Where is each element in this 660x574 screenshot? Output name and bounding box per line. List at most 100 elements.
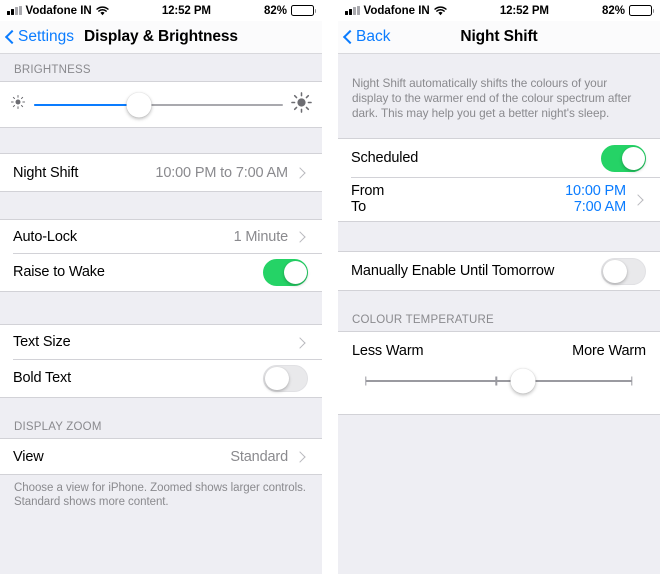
row-text-size-label: Text Size — [13, 334, 71, 350]
row-bold-text[interactable]: Bold Text — [0, 359, 322, 397]
row-raise-to-wake-label: Raise to Wake — [13, 264, 105, 280]
status-bar-left: Vodafone IN 12:52 PM 82% — [0, 0, 322, 21]
chevron-right-icon — [295, 166, 308, 179]
chevron-left-icon — [344, 30, 353, 45]
brightness-section-header: BRIGHTNESS — [14, 64, 91, 76]
row-scheduled-label: Scheduled — [351, 150, 419, 166]
toggle-knob — [621, 146, 645, 171]
cellular-signal-icon — [345, 6, 360, 15]
schedule-labels: From To — [351, 183, 384, 215]
row-auto-lock-label: Auto-Lock — [13, 228, 77, 245]
chevron-right-icon — [295, 450, 308, 463]
more-warm-label: More Warm — [572, 343, 646, 359]
spacer-after-schedule — [338, 222, 660, 251]
right-phone-screen: Vodafone IN 12:52 PM 82% Back Night Shif… — [338, 0, 660, 574]
chevron-right-icon — [295, 336, 308, 349]
row-night-shift[interactable]: Night Shift 10:00 PM to 7:00 AM — [0, 154, 322, 191]
toggle-scheduled[interactable] — [601, 144, 646, 172]
display-zoom-footer: Choose a view for iPhone. Zoomed shows l… — [14, 482, 306, 508]
back-button[interactable]: Back — [338, 28, 390, 46]
left-phone-screen: Vodafone IN 12:52 PM 82% Settings Displa… — [0, 0, 322, 574]
spacer-after-intro — [338, 121, 660, 138]
row-schedule-times[interactable]: From To 10:00 PM 7:00 AM — [338, 177, 660, 221]
status-bar-clock: 12:52 PM — [161, 4, 211, 17]
back-button-settings[interactable]: Settings — [0, 28, 74, 46]
battery-icon — [629, 5, 654, 16]
nav-bar-left: Settings Display & Brightness — [0, 21, 322, 54]
sun-low-icon — [10, 94, 26, 115]
status-bar-right-group: 82% — [263, 4, 316, 17]
toggle-raise-to-wake[interactable] — [263, 258, 308, 286]
row-manual-enable-label: Manually Enable Until Tomorrow — [351, 263, 555, 279]
brightness-slider-thumb[interactable] — [126, 92, 152, 117]
row-night-shift-label: Night Shift — [13, 164, 79, 181]
battery-percent: 82% — [263, 4, 287, 17]
nav-bar-right: Back Night Shift — [338, 21, 660, 54]
brightness-group — [0, 81, 322, 128]
display-zoom-header-area: DISPLAY ZOOM — [0, 398, 322, 438]
chevron-right-icon — [633, 193, 646, 206]
brightness-slider-row[interactable] — [0, 82, 322, 127]
toggle-bold-text[interactable] — [263, 364, 308, 392]
toggle-knob — [603, 259, 627, 284]
battery-icon — [291, 5, 316, 16]
colour-temperature-group: Less Warm More Warm — [338, 331, 660, 415]
slider-tick-min — [365, 376, 367, 386]
row-night-shift-value: 10:00 PM to 7:00 AM — [155, 164, 288, 181]
colour-temperature-thumb[interactable] — [510, 368, 536, 394]
wifi-icon — [96, 5, 109, 16]
to-value: 7:00 AM — [573, 199, 626, 215]
spacer-bottom — [338, 415, 660, 535]
brightness-track-fill — [34, 103, 139, 106]
carrier-name: Vodafone IN — [25, 4, 92, 17]
row-view[interactable]: View Standard — [0, 439, 322, 474]
spacer-after-brightness — [0, 128, 322, 153]
cellular-signal-icon — [7, 6, 22, 15]
colour-temperature-slider[interactable] — [338, 359, 660, 414]
row-bold-text-label: Bold Text — [13, 370, 72, 386]
wifi-icon — [434, 5, 447, 16]
less-warm-label: Less Warm — [352, 343, 424, 359]
carrier-name: Vodafone IN — [363, 4, 430, 17]
colour-temperature-track[interactable] — [365, 368, 633, 394]
status-bar-left-group: Vodafone IN — [7, 5, 109, 17]
status-bar-left-group: Vodafone IN — [345, 5, 447, 17]
row-auto-lock[interactable]: Auto-Lock 1 Minute — [0, 220, 322, 253]
brightness-section-header-area: BRIGHTNESS — [0, 54, 322, 81]
toggle-knob — [265, 366, 289, 391]
display-zoom-group: View Standard — [0, 438, 322, 475]
from-value: 10:00 PM — [565, 183, 626, 199]
display-zoom-section-header: DISPLAY ZOOM — [14, 421, 102, 433]
toggle-manual-enable[interactable] — [601, 257, 646, 285]
schedule-values: 10:00 PM 7:00 AM — [565, 183, 626, 215]
auto-lock-group: Auto-Lock 1 Minute Raise to Wake — [0, 219, 322, 292]
row-view-label: View — [13, 448, 44, 465]
dual-screenshot-container: Vodafone IN 12:52 PM 82% Settings Displa… — [0, 0, 660, 574]
row-auto-lock-value: 1 Minute — [233, 228, 289, 245]
schedule-group: Scheduled From To 10:00 PM 7:00 AM — [338, 138, 660, 222]
toggle-knob — [283, 260, 307, 285]
brightness-track[interactable] — [34, 92, 283, 118]
night-shift-description: Night Shift automatically shifts the col… — [352, 76, 632, 120]
spacer-after-auto-lock — [0, 292, 322, 324]
colour-temperature-track-bg — [366, 380, 632, 382]
screen-separator — [322, 0, 338, 574]
manual-group: Manually Enable Until Tomorrow — [338, 251, 660, 291]
to-label: To — [351, 199, 367, 215]
battery-percent: 82% — [601, 4, 625, 17]
back-button-label: Back — [356, 28, 391, 45]
chevron-right-icon — [295, 230, 308, 243]
colour-temperature-labels: Less Warm More Warm — [338, 332, 660, 359]
row-text-size[interactable]: Text Size — [0, 325, 322, 359]
settings-list-left: BRIGHTNESS Night Shift 10:00 PM to 7:00 … — [0, 54, 322, 574]
settings-list-right: Night Shift automatically shifts the col… — [338, 54, 660, 574]
row-scheduled[interactable]: Scheduled — [338, 139, 660, 177]
back-button-label: Settings — [18, 28, 75, 45]
spacer-after-night-shift — [0, 192, 322, 219]
row-manual-enable[interactable]: Manually Enable Until Tomorrow — [338, 252, 660, 290]
slider-tick-max — [631, 376, 633, 386]
row-view-value: Standard — [230, 448, 288, 465]
colour-temperature-section-header: COLOUR TEMPERATURE — [352, 314, 494, 326]
row-raise-to-wake[interactable]: Raise to Wake — [0, 253, 322, 291]
text-group: Text Size Bold Text — [0, 324, 322, 398]
